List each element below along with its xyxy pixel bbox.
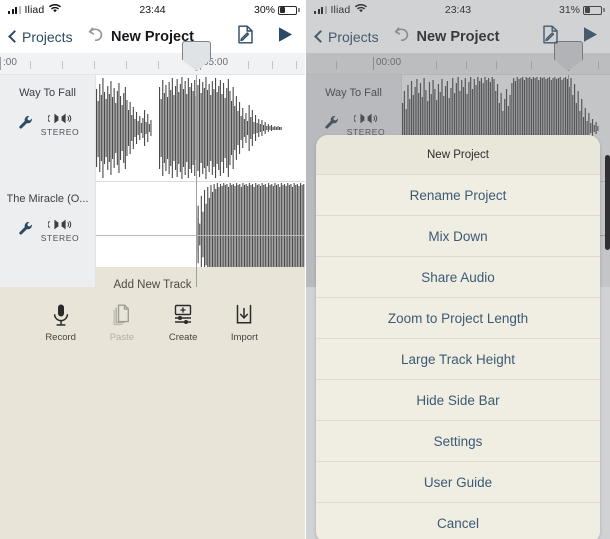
action-sheet: New Project Rename Project Mix Down Shar… <box>316 135 600 539</box>
mixer-sliders-icon <box>174 304 192 324</box>
paste-pages-icon <box>113 304 129 326</box>
undo-button[interactable] <box>87 27 104 47</box>
left-screen: Iliad 23:44 30% Projects New Project:00… <box>0 0 305 539</box>
battery-percent-label: 30% <box>253 4 275 16</box>
stereo-label-2: STEREO <box>40 233 80 243</box>
track-controls-1: STEREO <box>0 113 95 137</box>
speaker-left-icon <box>48 113 59 124</box>
back-label: Projects <box>22 28 73 45</box>
track-header-1[interactable]: Way To Fall STEREO <box>0 75 95 181</box>
waveform-1-svg <box>96 77 282 179</box>
track-controls-2: STEREO <box>0 219 95 243</box>
stereo-indicator[interactable]: STEREO <box>41 219 80 243</box>
signal-bars-icon <box>8 6 21 14</box>
status-bar: Iliad 23:44 30% <box>0 0 305 20</box>
play-icon[interactable] <box>276 25 295 49</box>
paste-label: Paste <box>109 332 135 343</box>
ruler-label-0: :00 <box>0 57 17 70</box>
action-sheet-item-hide-side-bar[interactable]: Hide Side Bar <box>316 380 600 421</box>
stereo-indicator[interactable]: STEREO <box>41 113 80 137</box>
right-screen: Iliad 23:43 31% Projects New Project 00:… <box>305 0 610 539</box>
action-sheet-item-mix-down[interactable]: Mix Down <box>316 216 600 257</box>
action-sheet-item-cancel[interactable]: Cancel <box>316 503 600 539</box>
paste-button[interactable]: Paste <box>96 303 148 343</box>
action-sheet-item-settings[interactable]: Settings <box>316 421 600 462</box>
nav-bar: Projects New Project <box>0 20 305 53</box>
import-download-icon <box>237 304 252 324</box>
speaker-right-icon <box>61 113 72 124</box>
record-label: Record <box>45 332 76 343</box>
action-sheet-item-large-track-height[interactable]: Large Track Height <box>316 339 600 380</box>
track-sidebar: Way To Fall STEREO <box>0 75 96 287</box>
vertical-scrollbar[interactable] <box>605 155 610 250</box>
dual-screenshot-container: Iliad 23:44 30% Projects New Project:00… <box>0 0 610 539</box>
chevron-left-icon <box>8 30 21 43</box>
status-right: 30% <box>253 4 300 16</box>
wrench-icon[interactable] <box>18 115 33 135</box>
document-edit-icon[interactable] <box>237 25 254 49</box>
waveform-area[interactable] <box>96 75 305 287</box>
track-name-1: Way To Fall <box>19 87 76 99</box>
add-new-track-actions: Record Paste Create Import <box>0 291 305 343</box>
track-area: Way To Fall STEREO <box>0 41 305 287</box>
create-label: Create <box>168 332 198 343</box>
track-2-zero-line <box>96 234 305 236</box>
speaker-left-icon <box>48 219 59 230</box>
create-button[interactable]: Create <box>157 303 209 343</box>
stereo-label-1: STEREO <box>40 127 80 137</box>
import-button[interactable]: Import <box>218 303 270 343</box>
wifi-icon <box>49 3 62 16</box>
nav-actions <box>237 25 295 49</box>
record-button[interactable]: Record <box>35 303 87 343</box>
waveform-track-1[interactable] <box>96 75 305 181</box>
playhead[interactable] <box>182 41 211 287</box>
import-label: Import <box>230 332 258 343</box>
track-name-2: The Miracle (O... <box>6 193 89 205</box>
timeline-ruler[interactable]: :00 05:00 <box>0 53 305 75</box>
wrench-icon[interactable] <box>18 221 33 241</box>
action-sheet-item-share-audio[interactable]: Share Audio <box>316 257 600 298</box>
add-new-track-panel: Add New Track Record Paste Create Import <box>0 267 305 539</box>
back-to-projects-button[interactable]: Projects <box>8 28 73 45</box>
status-left: Iliad <box>8 3 62 16</box>
speaker-right-icon <box>61 219 72 230</box>
action-sheet-item-zoom-to-project-length[interactable]: Zoom to Project Length <box>316 298 600 339</box>
microphone-icon <box>53 304 68 326</box>
action-sheet-item-user-guide[interactable]: User Guide <box>316 462 600 503</box>
carrier-label: Iliad <box>24 4 45 16</box>
action-sheet-item-rename-project[interactable]: Rename Project <box>316 175 600 216</box>
track-header-2[interactable]: The Miracle (O... STEREO <box>0 181 95 287</box>
action-sheet-title: New Project <box>316 135 600 175</box>
battery-icon <box>278 5 300 15</box>
